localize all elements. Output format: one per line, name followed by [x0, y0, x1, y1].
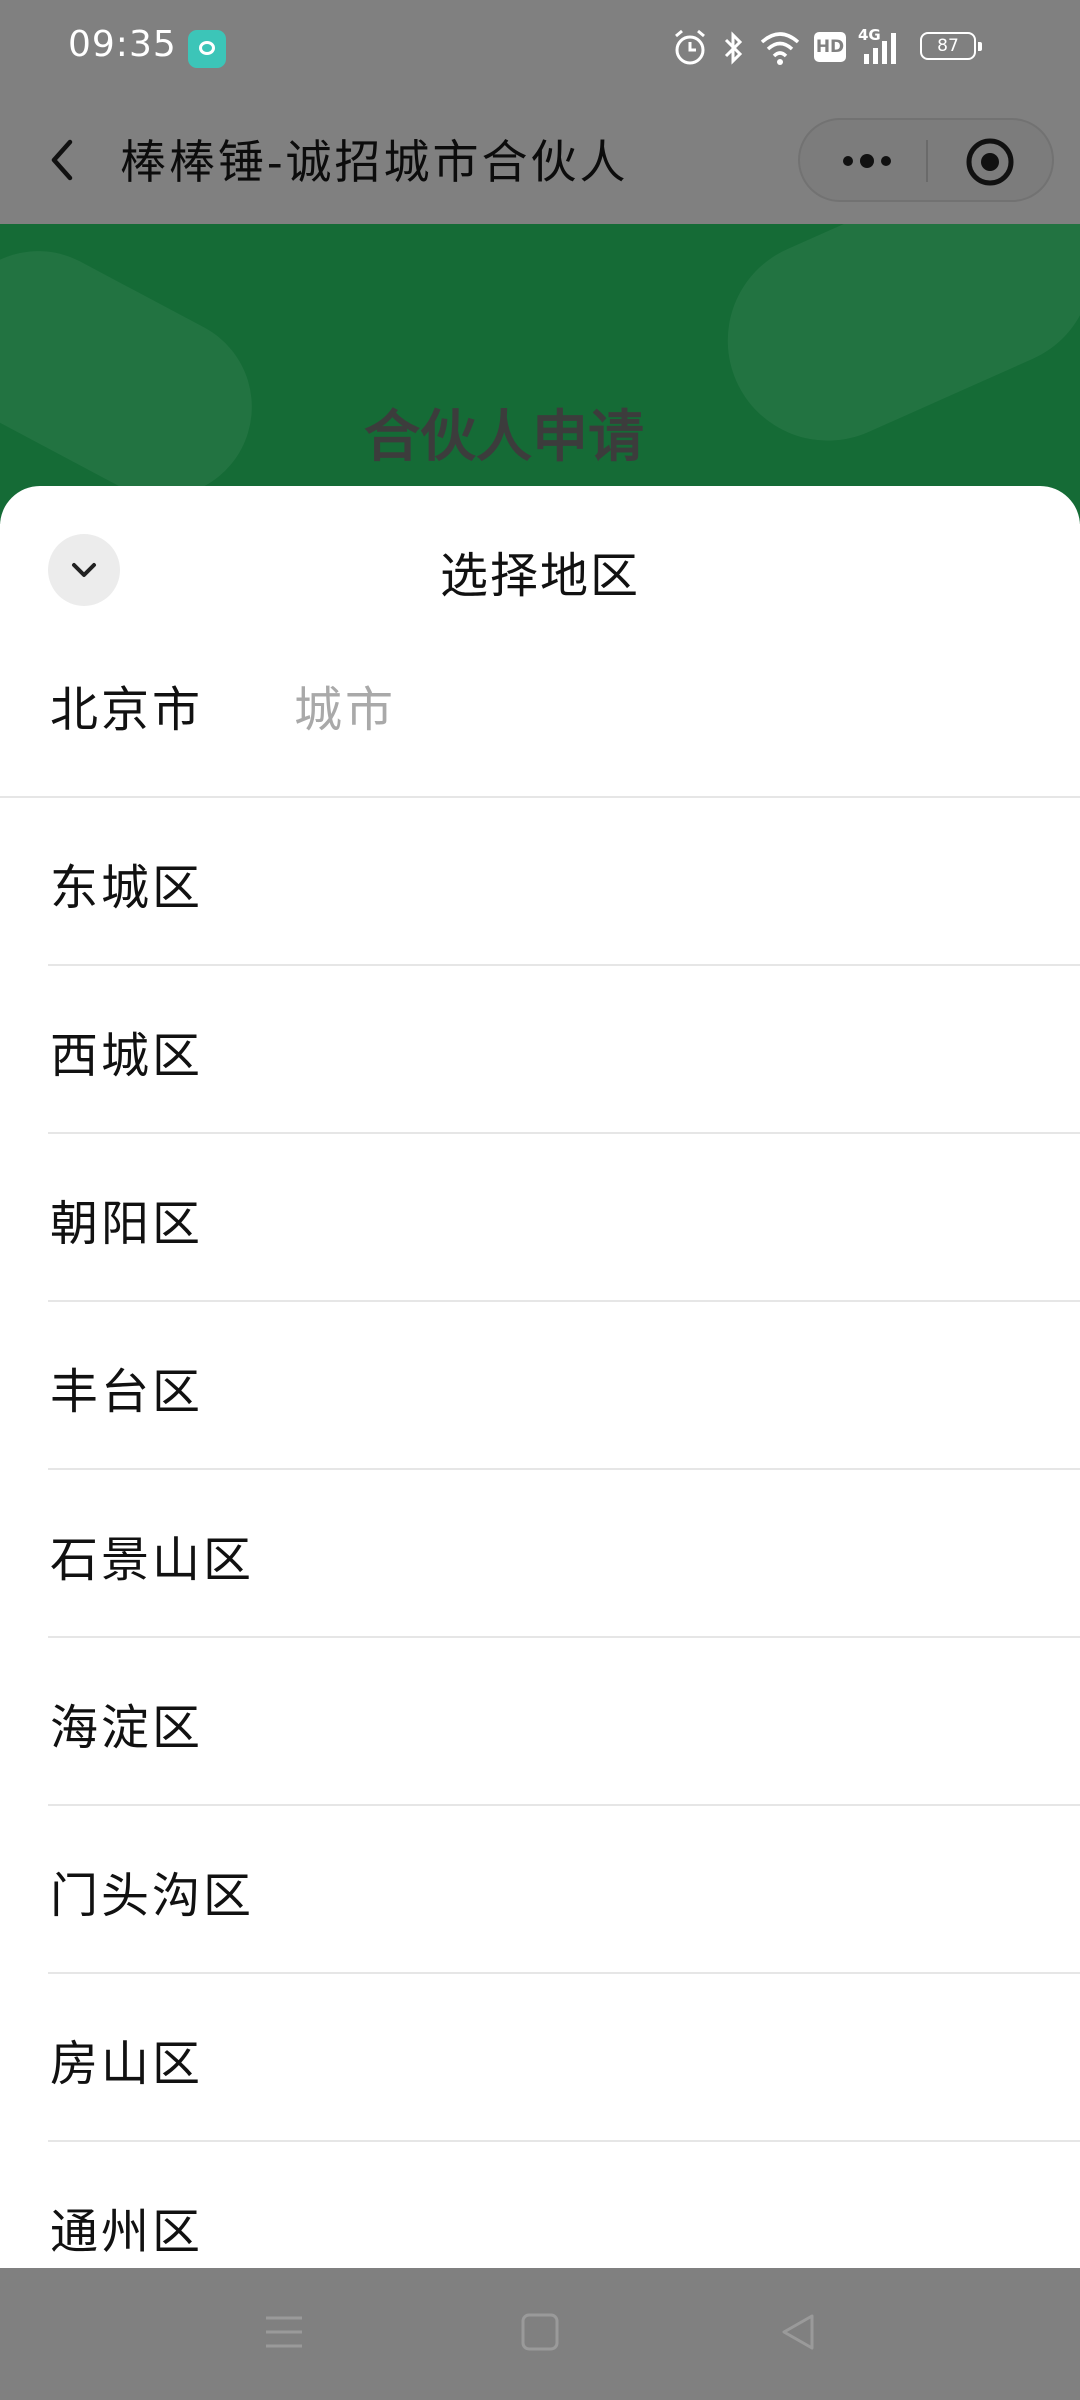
district-item[interactable]: 朝阳区 — [0, 1134, 1080, 1302]
hero-decoration — [0, 224, 284, 524]
district-item[interactable]: 房山区 — [0, 1974, 1080, 2142]
district-item[interactable]: 海淀区 — [0, 1638, 1080, 1806]
tab-province[interactable]: 北京市 — [50, 670, 203, 740]
back-icon[interactable] — [776, 2310, 820, 2354]
system-icons: HD 4G 87 — [672, 26, 1012, 68]
district-item[interactable]: 东城区 — [0, 798, 1080, 966]
status-bar: 09:35 HD 4G 87 — [0, 0, 1080, 96]
region-level-tabs: 北京市 城市 — [50, 670, 650, 738]
district-label: 房山区 — [50, 2036, 204, 2092]
district-item[interactable]: 丰台区 — [0, 1302, 1080, 1470]
wifi-icon — [760, 32, 800, 65]
hd-icon: HD — [814, 32, 846, 62]
district-label: 通州区 — [50, 2204, 204, 2260]
close-program-icon[interactable] — [962, 134, 1018, 190]
capsule-menu — [798, 118, 1054, 202]
system-navigation-bar — [0, 2268, 1080, 2400]
home-icon[interactable] — [518, 2310, 562, 2354]
page-title: 棒棒锤-诚招城市合伙人 — [120, 135, 629, 189]
district-item[interactable]: 门头沟区 — [0, 1806, 1080, 1974]
bluetooth-icon — [724, 31, 743, 65]
battery-icon: 87 — [920, 32, 982, 60]
district-item[interactable]: 西城区 — [0, 966, 1080, 1134]
district-label: 石景山区 — [50, 1532, 255, 1588]
district-label: 海淀区 — [50, 1700, 204, 1756]
district-item[interactable]: 石景山区 — [0, 1470, 1080, 1638]
district-label: 东城区 — [50, 860, 204, 916]
district-label: 朝阳区 — [50, 1196, 204, 1252]
more-options-icon[interactable] — [822, 138, 912, 184]
region-picker-sheet: 选择地区 北京市 城市 东城区 西城区 朝阳区 丰台区 石景山区 海淀区 门头沟… — [0, 486, 1080, 2268]
district-label: 门头沟区 — [50, 1868, 255, 1924]
district-label: 西城区 — [50, 1028, 204, 1084]
mini-program-header: 棒棒锤-诚招城市合伙人 — [0, 96, 1080, 224]
menu-icon[interactable] — [262, 2310, 306, 2354]
tab-city[interactable]: 城市 — [294, 670, 396, 740]
status-time: 09:35 — [68, 24, 177, 65]
hero-title: 合伙人申请 — [364, 405, 644, 470]
district-label: 丰台区 — [50, 1364, 204, 1420]
screen: 09:35 HD 4G 87 棒棒锤-诚招城市合伙人 合伙人申请 选择地区 北京… — [0, 0, 1080, 2400]
hero-banner: 合伙人申请 — [0, 224, 1080, 524]
signal-icon: 4G — [858, 26, 904, 68]
district-item[interactable]: 通州区 — [0, 2142, 1080, 2268]
app-notification-icon — [188, 30, 226, 68]
sheet-title: 选择地区 — [439, 548, 640, 604]
alarm-icon — [675, 29, 705, 65]
capsule-divider — [926, 140, 928, 182]
district-list: 东城区 西城区 朝阳区 丰台区 石景山区 海淀区 门头沟区 房山区 通州区 — [0, 798, 1080, 2268]
back-arrow-icon[interactable] — [34, 130, 94, 190]
